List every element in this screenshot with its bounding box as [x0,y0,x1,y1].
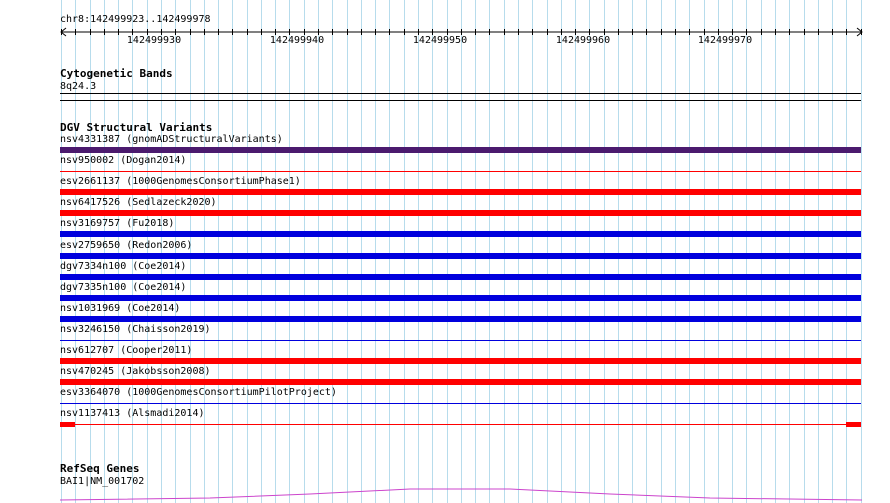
dgv-track-title[interactable]: DGV Structural Variants [60,122,212,134]
dgv-variant-label[interactable]: dgv7335n100 (Coe2014) [60,282,186,294]
dgv-variant-label[interactable]: nsv4331387 (gnomADStructuralVariants) [60,134,283,146]
refseq-track-title[interactable]: RefSeq Genes [60,463,139,475]
dgv-variant-bar[interactable] [60,274,861,280]
dgv-variant-bar[interactable] [60,189,861,195]
track-separator [60,100,861,101]
dgv-variant-label[interactable]: esv3364070 (1000GenomesConsortiumPilotPr… [60,387,337,399]
dgv-variant-label[interactable]: nsv950002 (Dogan2014) [60,155,186,167]
cytoband-label: 8q24.3 [60,81,97,92]
dgv-variant-block[interactable] [846,422,861,427]
dgv-variant-bar[interactable] [60,340,861,341]
dgv-variant-bar[interactable] [60,147,861,153]
ruler-tick-label: 142499960 [555,35,611,46]
dgv-variant-label[interactable]: nsv612707 (Cooper2011) [60,345,192,357]
dgv-variant-bar[interactable] [60,295,861,301]
dgv-variant-bar[interactable] [60,231,861,237]
dgv-variant-bar[interactable] [60,424,861,425]
dgv-variant-label[interactable]: esv2759650 (Redon2006) [60,240,192,252]
dgv-variant-label[interactable]: nsv1137413 (Alsmadi2014) [60,408,205,420]
ruler-tick-label: 142499950 [412,35,468,46]
dgv-variant-label[interactable]: nsv3246150 (Chaisson2019) [60,324,211,336]
dgv-variant-bar[interactable] [60,403,861,404]
dgv-variant-label[interactable]: nsv6417526 (Sedlazeck2020) [60,197,217,209]
ruler-tick-label: 142499970 [697,35,753,46]
dgv-variant-label[interactable]: nsv3169757 (Fu2018) [60,218,174,230]
dgv-variant-bar[interactable] [60,171,861,172]
dgv-variant-bar[interactable] [60,316,861,322]
dgv-variant-bar[interactable] [60,358,861,364]
cytoband-line [60,93,861,94]
dgv-variant-block[interactable] [60,422,75,427]
dgv-variant-label[interactable]: esv2661137 (1000GenomesConsortiumPhase1) [60,176,301,188]
dgv-variant-bar[interactable] [60,253,861,259]
ruler-tick-label: 142499940 [269,35,325,46]
dgv-variant-label[interactable]: nsv470245 (Jakobsson2008) [60,366,211,378]
dgv-variant-label[interactable]: nsv1031969 (Coe2014) [60,303,180,315]
dgv-variant-label[interactable]: dgv7334n100 (Coe2014) [60,261,186,273]
dgv-variant-bar[interactable] [60,210,861,216]
ruler-tick-label: 142499930 [126,35,182,46]
refseq-gene-glyph[interactable] [0,484,890,503]
cytoband-track-title[interactable]: Cytogenetic Bands [60,68,173,80]
dgv-variant-bar[interactable] [60,379,861,385]
